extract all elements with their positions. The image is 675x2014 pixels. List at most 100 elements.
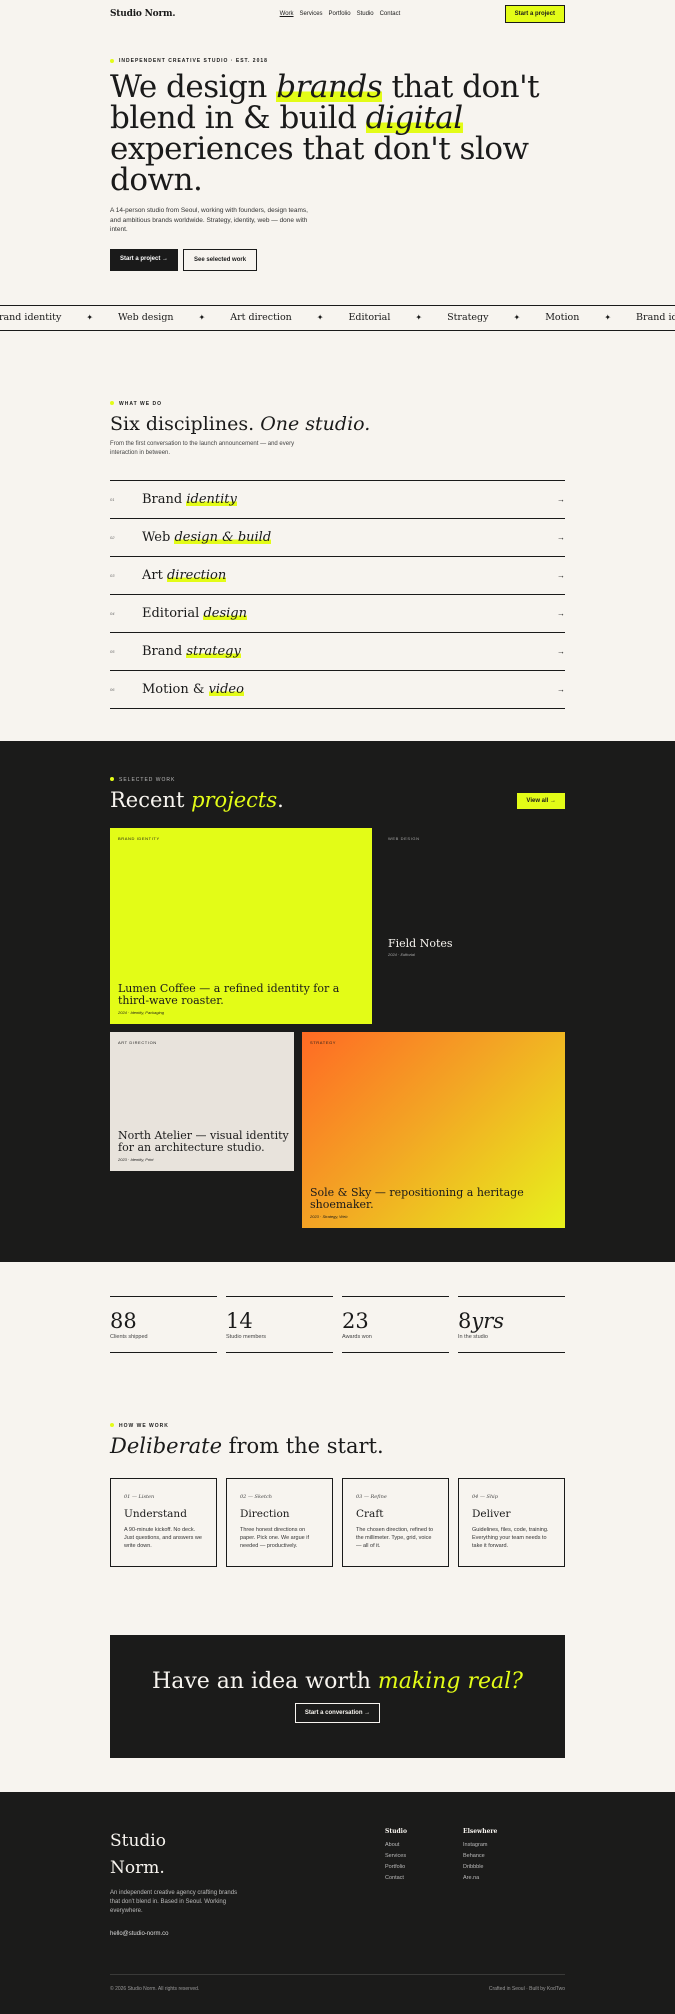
hero-buttons: Start a project → See selected work — [110, 248, 565, 271]
cta-banner: Have an idea worth making real? Start a … — [110, 1634, 565, 1758]
title-italic: projects — [191, 787, 278, 812]
stats-section: 88 Clients shipped 14 Studio members 23 Award… — [110, 1262, 565, 1387]
start-project-button[interactable]: Start a project — [504, 5, 565, 23]
project-card-sole-sky[interactable]: Strategy Sole & Sky — repositioning a he… — [302, 1031, 565, 1228]
discipline-row[interactable]: 04 Editorial design → — [110, 595, 565, 633]
step-number: 02 — Sketch — [240, 1493, 272, 1500]
discipline-row[interactable]: 01 Brand identity → — [110, 481, 565, 519]
discipline-number: 04 — [110, 610, 115, 616]
stat-label: Awards won — [342, 1333, 372, 1340]
stat-number: 23 — [342, 1310, 449, 1332]
stat-label: Clients shipped — [110, 1333, 148, 1340]
arrow-right-icon: → — [557, 684, 565, 694]
start-conversation-button[interactable]: Start a conversation → — [294, 1703, 381, 1723]
card-title: Lumen Coffee — a refined identity for a … — [118, 981, 340, 1007]
discipline-row[interactable]: 05 Brand strategy → — [110, 633, 565, 671]
arrow-right-icon: → — [557, 494, 565, 504]
footer-link-contact[interactable]: Contact — [385, 1875, 463, 1881]
footer-credit: Crafted in Seoul · Built by KodTwo — [488, 1985, 565, 1992]
star-icon: ✦ — [198, 313, 206, 322]
footer-bottom: © 2026 Studio Norm. All rights reserved.… — [110, 1973, 565, 1992]
footer-col-title: Elsewhere — [463, 1827, 498, 1835]
nav-item-portfolio[interactable]: Portfolio — [329, 11, 351, 17]
step-number: 04 — Ship — [472, 1493, 498, 1500]
site-logo[interactable]: Studio Norm. — [110, 9, 175, 19]
discipline-row[interactable]: 03 Art direction → — [110, 557, 565, 595]
footer-link-services[interactable]: Services — [385, 1853, 463, 1859]
footer-link-behance[interactable]: Behance — [463, 1853, 541, 1859]
star-icon: ✦ — [316, 313, 324, 322]
dot-icon — [110, 401, 114, 406]
projects-header: Selected work Recent projects. View all … — [110, 777, 565, 811]
hero-section: Independent creative studio · Est. 2018 … — [110, 28, 565, 271]
title-italic: making real? — [377, 1669, 523, 1694]
star-icon: ✦ — [86, 313, 94, 322]
discipline-name-highlight: identity — [186, 491, 237, 507]
discipline-name-highlight: design — [203, 605, 247, 621]
nav-item-contact[interactable]: Contact — [380, 11, 401, 17]
star-icon: ✦ — [513, 313, 521, 322]
view-all-button[interactable]: View all → — [517, 792, 565, 809]
footer-description: An independent creative agency crafting … — [110, 1889, 238, 1914]
card-tag: Art direction — [118, 1039, 157, 1045]
step-number: 01 — Listen — [124, 1493, 155, 1500]
card-title: Field Notes — [388, 936, 453, 950]
discipline-number: 01 — [110, 496, 115, 502]
logo-line: Studio — [110, 1830, 166, 1851]
disciplines-sub: From the first conversation to the launc… — [110, 440, 295, 456]
dot-icon — [110, 58, 114, 63]
disciplines-list: 01 Brand identity → 02 Web design & build → 03… — [110, 479, 565, 709]
card-meta: 2024 · Editorial — [388, 951, 415, 957]
discipline-name-a: Motion & — [142, 681, 209, 697]
projects-eyebrow: Selected work — [110, 777, 284, 783]
discipline-name: Art direction — [142, 567, 557, 583]
stat-value: 14 — [226, 1308, 253, 1333]
project-card-field-notes[interactable]: Web design Field Notes 2024 · Editorial — [388, 827, 565, 1024]
discipline-name-highlight: video — [208, 681, 244, 697]
copyright: © 2026 Studio Norm. All rights reserved. — [110, 1985, 200, 1992]
hero-text: down. — [110, 162, 203, 198]
nav-item-services[interactable]: Services — [300, 11, 323, 17]
stat-value: 8 — [458, 1308, 472, 1333]
footer-link-portfolio[interactable]: Portfolio — [385, 1864, 463, 1870]
project-card-north-atelier[interactable]: Art direction North Atelier — visual ide… — [110, 1031, 294, 1171]
footer-link-dribbble[interactable]: Dribbble — [463, 1864, 541, 1870]
arrow-right-icon: → — [557, 532, 565, 542]
footer-email-link[interactable]: hello@studio-norm.co — [110, 1931, 385, 1937]
hero-start-project-button[interactable]: Start a project → — [110, 248, 179, 271]
discipline-number: 03 — [110, 572, 115, 578]
dot-icon — [110, 777, 114, 782]
step-title: Direction — [240, 1507, 290, 1520]
dot-icon — [110, 1423, 114, 1428]
cta-title: Have an idea worth making real? — [152, 1669, 523, 1694]
stat-number: 8yrs — [458, 1310, 565, 1332]
see-work-button[interactable]: See selected work — [183, 248, 258, 271]
disciplines-section: What we do Six disciplines. One studio. … — [110, 331, 565, 741]
project-card-lumen[interactable]: Brand identity Lumen Coffee — a refined … — [110, 827, 372, 1024]
process-step-card: 04 — Ship Deliver Guidelines, files, code,… — [458, 1477, 565, 1567]
star-icon: ✦ — [604, 313, 612, 322]
discipline-name-highlight: direction — [166, 567, 227, 583]
footer-logo[interactable]: Studio Norm. — [110, 1828, 385, 1882]
footer-link-instagram[interactable]: Instagram — [463, 1842, 541, 1848]
nav-item-work[interactable]: Work — [280, 11, 294, 17]
footer-link-arena[interactable]: Are.na — [463, 1875, 541, 1881]
star-icon: ✦ — [415, 313, 423, 322]
discipline-number: 06 — [110, 686, 115, 692]
card-meta: 2023 · Strategy, Web — [310, 1213, 348, 1219]
disciplines-eyebrow-text: What we do — [119, 400, 162, 407]
footer-link-about[interactable]: About — [385, 1842, 463, 1848]
marquee-item: Motion — [545, 312, 580, 323]
marquee-item: Brand identity — [636, 312, 675, 323]
title-text: . — [277, 787, 284, 812]
discipline-name: Brand strategy — [142, 643, 557, 659]
step-text: The chosen direction, refined to the mil… — [356, 1526, 434, 1549]
title-text: Six disciplines. — [110, 412, 261, 435]
process-step-card: 01 — Listen Understand A 90-minute kickoff… — [110, 1477, 217, 1567]
projects-row-2: Art direction North Atelier — visual ide… — [110, 1031, 565, 1228]
discipline-number: 05 — [110, 648, 115, 654]
step-title: Craft — [356, 1507, 384, 1520]
discipline-row[interactable]: 02 Web design & build → — [110, 519, 565, 557]
nav-item-studio[interactable]: Studio — [357, 11, 374, 17]
discipline-row[interactable]: 06 Motion & video → — [110, 671, 565, 709]
